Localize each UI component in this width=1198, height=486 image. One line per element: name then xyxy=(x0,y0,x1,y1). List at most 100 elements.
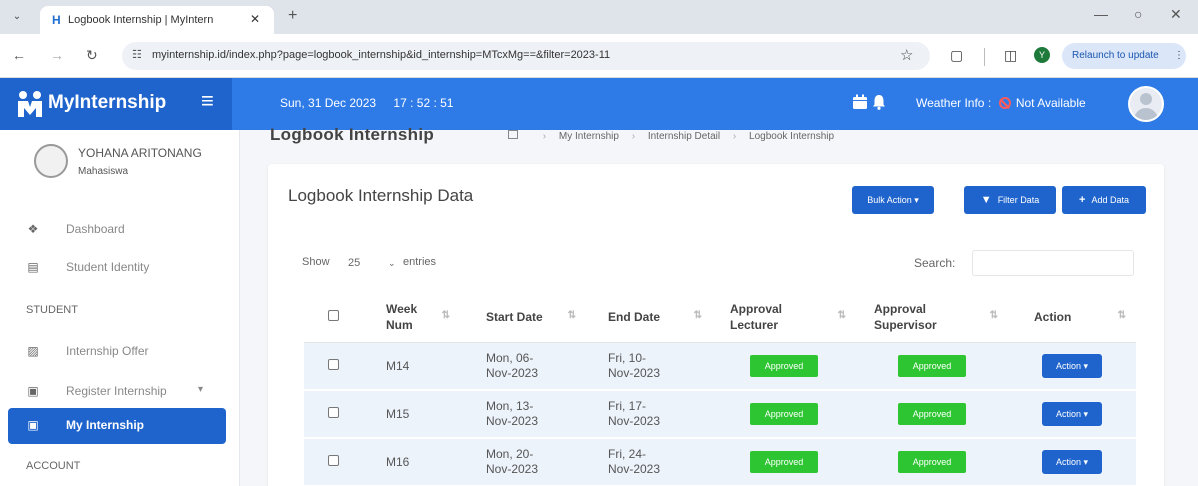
start-date-line1: Mon, 20- xyxy=(486,447,534,461)
end-date-cell: Fri, 24- Nov-2023 xyxy=(586,438,712,486)
filter-data-button[interactable]: ▼ Filter Data xyxy=(964,186,1056,214)
sort-icon[interactable]: ⇅ xyxy=(694,310,702,321)
bulk-action-button[interactable]: Bulk Action ▾ xyxy=(852,186,934,214)
sidebar-item-internship-offer[interactable]: ▨ Internship Offer xyxy=(0,334,240,368)
relaunch-label: Relaunch to update xyxy=(1072,50,1159,61)
row-action-button[interactable]: Action ▾ xyxy=(1042,402,1102,426)
chevron-down-icon: ▾ xyxy=(914,195,919,205)
sort-icon[interactable]: ⇅ xyxy=(838,310,846,321)
row-checkbox[interactable] xyxy=(327,407,339,418)
bookmark-star-icon[interactable]: ☆ xyxy=(900,46,913,64)
breadcrumb-separator: › xyxy=(631,131,636,142)
site-settings-icon[interactable]: ☷ xyxy=(132,48,142,61)
add-data-button[interactable]: + Add Data xyxy=(1062,186,1146,214)
brand-block[interactable]: MyInternship ≡ xyxy=(0,78,232,130)
hamburger-menu-icon[interactable]: ≡ xyxy=(201,88,214,114)
tab-close-icon[interactable]: ✕ xyxy=(250,12,260,26)
column-header-end-date[interactable]: End Date ⇅ xyxy=(586,292,712,343)
header-supervisor-line2: Supervisor xyxy=(874,317,937,332)
window-close-icon[interactable]: ✕ xyxy=(1170,6,1182,23)
page-title: Logbook Internship xyxy=(270,125,435,144)
start-date-line1: Mon, 06- xyxy=(486,350,534,365)
logbook-table: Week Num ⇅ Start Date ⇅ End Date ⇅ Appro… xyxy=(304,292,1136,486)
user-name: YOHANA ARITONANG xyxy=(78,146,202,160)
column-header-approval-lecturer[interactable]: Approval Lecturer ⇅ xyxy=(712,292,856,343)
end-date-line1: Fri, 10- xyxy=(608,350,647,365)
breadcrumb-item[interactable]: Internship Detail xyxy=(648,131,720,142)
status-badge: Approved xyxy=(750,451,818,473)
sort-icon[interactable]: ⇅ xyxy=(990,310,998,321)
breadcrumb-item[interactable]: My Internship xyxy=(559,131,619,142)
relaunch-button[interactable]: Relaunch to update ⋮ xyxy=(1062,43,1186,69)
column-header-start-date[interactable]: Start Date ⇅ xyxy=(460,292,586,343)
header-supervisor-line1: Approval xyxy=(874,301,927,316)
sidebar-item-register-internship[interactable]: ▣ Register Internship ▾ xyxy=(0,374,240,408)
action-cell: Action ▾ xyxy=(1008,390,1136,439)
end-date-cell: Fri, 10- Nov-2023 xyxy=(586,342,712,391)
sort-icon[interactable]: ⇅ xyxy=(442,310,450,321)
user-avatar-icon[interactable] xyxy=(1128,86,1164,122)
forward-icon[interactable]: → xyxy=(50,47,64,63)
status-badge: Approved xyxy=(750,354,818,377)
extensions-icon[interactable]: ▢ xyxy=(950,47,963,64)
sidebar-item-my-internship[interactable]: ▣ My Internship xyxy=(8,408,226,444)
start-date-cell: Mon, 20- Nov-2023 xyxy=(460,438,586,486)
header-action: Action xyxy=(1034,309,1072,324)
section-heading-account: ACCOUNT xyxy=(26,460,81,472)
bulk-action-label: Bulk Action xyxy=(867,195,912,205)
minimize-icon[interactable]: — xyxy=(1094,6,1108,22)
new-tab-icon[interactable]: + xyxy=(288,7,297,25)
entries-select-value: 25 xyxy=(348,257,361,269)
side-panel-icon[interactable]: ◫ xyxy=(1004,47,1017,64)
plus-icon: + xyxy=(1079,194,1086,206)
sidebar-item-student-identity[interactable]: ▤ Student Identity xyxy=(0,250,240,284)
url-field[interactable]: ☷ myinternship.id/index.php?page=logbook… xyxy=(122,42,930,70)
column-header-approval-supervisor[interactable]: Approval Supervisor ⇅ xyxy=(856,292,1008,343)
end-date-line2: Nov-2023 xyxy=(608,414,661,428)
week-cell: M14 xyxy=(362,342,460,391)
card-title: Logbook Internship Data xyxy=(288,186,474,205)
menu-dots-icon[interactable]: ⋮ xyxy=(1174,43,1184,69)
reload-icon[interactable]: ↻ xyxy=(86,47,98,64)
sidebar-item-dashboard[interactable]: ❖ Dashboard xyxy=(0,212,240,246)
sort-icon[interactable]: ⇅ xyxy=(568,310,576,321)
bell-icon[interactable] xyxy=(872,94,886,110)
browser-tab[interactable]: H Logbook Internship | MyIntern ✕ xyxy=(40,6,274,34)
chevron-down-icon: ▾ xyxy=(198,384,204,395)
breadcrumb-item: Logbook Internship xyxy=(749,131,835,142)
row-checkbox[interactable] xyxy=(327,358,339,370)
restore-icon[interactable]: ○ xyxy=(1134,6,1142,22)
not-available-icon xyxy=(998,97,1011,109)
sidebar-item-label: Register Internship xyxy=(66,384,167,398)
row-action-button[interactable]: Action ▾ xyxy=(1042,450,1102,474)
filter-icon: ▼ xyxy=(980,194,992,206)
form-icon: ▣ xyxy=(27,384,39,398)
section-heading-student: STUDENT xyxy=(26,304,78,316)
sort-icon[interactable]: ⇅ xyxy=(1118,310,1126,321)
header-end-date: End Date xyxy=(608,309,661,324)
tab-search-icon[interactable]: ⌄ xyxy=(8,9,26,25)
column-header-action[interactable]: Action ⇅ xyxy=(1008,292,1136,343)
calendar-icon[interactable] xyxy=(852,94,868,110)
row-action-button[interactable]: Action ▾ xyxy=(1042,353,1102,378)
supervisor-approval-cell: Approved xyxy=(856,390,1008,439)
weather-info: Weather Info : Not Available xyxy=(916,96,1086,110)
search-input[interactable] xyxy=(972,250,1134,276)
table-header-row: Week Num ⇅ Start Date ⇅ End Date ⇅ Appro… xyxy=(304,292,1136,343)
start-date-line1: Mon, 13- xyxy=(486,399,534,413)
select-all-checkbox[interactable] xyxy=(327,309,339,321)
home-icon[interactable] xyxy=(508,130,518,139)
sidebar-item-label: Student Identity xyxy=(66,260,150,274)
action-cell: Action ▾ xyxy=(1008,438,1136,486)
row-checkbox[interactable] xyxy=(327,455,339,466)
logbook-card: Logbook Internship Data Bulk Action ▾ ▼ F… xyxy=(268,164,1164,486)
app-header: MyInternship ≡ Sun, 31 Dec 2023 17 : 52 … xyxy=(0,78,1198,130)
profile-icon[interactable]: Y xyxy=(1034,47,1050,63)
table-row: M16 Mon, 20- Nov-2023 Fri, 24- Nov-2023 … xyxy=(304,438,1136,486)
column-header-week[interactable]: Week Num ⇅ xyxy=(362,292,460,343)
status-badge: Approved xyxy=(898,403,966,425)
back-icon[interactable]: ← xyxy=(12,47,26,63)
datetime-display: Sun, 31 Dec 2023 17 : 52 : 51 xyxy=(280,96,453,110)
table-row: M14 Mon, 06- Nov-2023 Fri, 10- Nov-2023 … xyxy=(304,342,1136,391)
chevron-down-icon: ⌄ xyxy=(388,258,396,268)
